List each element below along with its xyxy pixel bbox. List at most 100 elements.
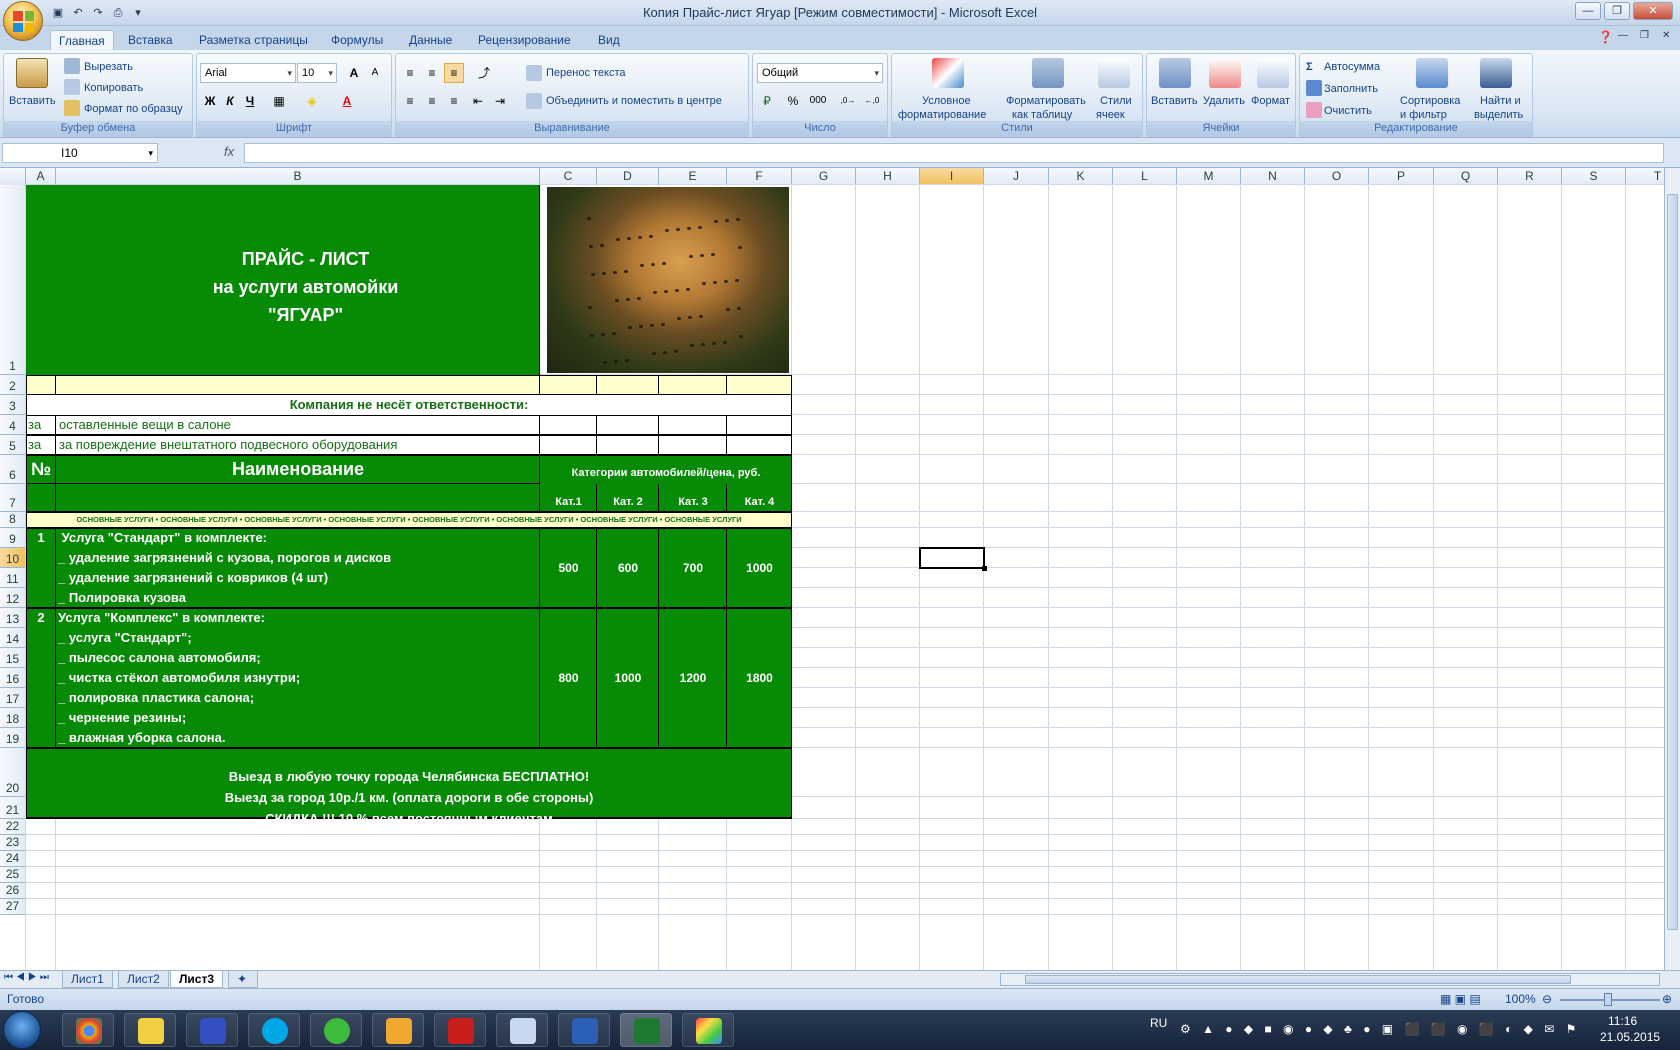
input-language[interactable]: RU xyxy=(1150,1016,1167,1030)
autosum-button[interactable]: Автосумма xyxy=(1324,60,1380,74)
row-header[interactable]: 25 xyxy=(0,867,26,883)
column-header[interactable]: R xyxy=(1498,168,1562,185)
view-buttons-icon[interactable]: ▦ ▣ ▤ xyxy=(1440,992,1481,1006)
sheet-tab-3[interactable]: Лист3 xyxy=(170,971,224,988)
decrease-decimal-icon[interactable]: ←,0 xyxy=(861,91,883,111)
hscroll-thumb[interactable] xyxy=(1025,975,1571,984)
row-header[interactable]: 20 xyxy=(0,748,26,797)
row-header[interactable]: 11 xyxy=(0,568,26,588)
fill-button[interactable]: Заполнить xyxy=(1324,82,1378,96)
paste-button[interactable]: Вставить xyxy=(9,94,56,108)
font-name-combo[interactable]: Arial xyxy=(200,63,296,83)
align-right-icon[interactable]: ≡ xyxy=(444,91,464,111)
column-header[interactable]: Q xyxy=(1434,168,1498,185)
row-header[interactable]: 8 xyxy=(0,512,26,528)
column-header[interactable]: H xyxy=(856,168,920,185)
ribbon-close-icon[interactable]: ✕ xyxy=(1662,30,1670,41)
zoom-in-icon[interactable]: ⊕ xyxy=(1662,992,1672,1006)
underline-icon[interactable]: Ч xyxy=(240,91,260,111)
office-button[interactable] xyxy=(3,1,43,41)
sheet-nav-arrows-icon[interactable]: ⏮◀▶⏭ xyxy=(4,972,52,983)
insert-function-button[interactable]: fx xyxy=(224,144,234,159)
increase-decimal-icon[interactable]: ,0→ xyxy=(837,91,859,111)
align-center-icon[interactable]: ≡ xyxy=(422,91,442,111)
row-header[interactable]: 5 xyxy=(0,435,26,455)
italic-icon[interactable]: К xyxy=(220,91,240,111)
format-as-table-label[interactable]: Форматировать xyxy=(1006,94,1086,108)
row-header[interactable]: 17 xyxy=(0,688,26,708)
windows-start-icon[interactable] xyxy=(3,1011,41,1049)
close-button[interactable]: ✕ xyxy=(1633,2,1673,20)
tab-home[interactable]: Главная xyxy=(50,30,114,50)
formula-input[interactable] xyxy=(244,143,1664,163)
column-header[interactable]: G xyxy=(792,168,856,185)
selected-cell[interactable] xyxy=(919,547,985,569)
fill-color-icon[interactable]: ◈ xyxy=(302,91,322,111)
tab-formulas[interactable]: Формулы xyxy=(323,30,391,50)
font-size-combo[interactable]: 10 xyxy=(297,63,337,83)
clear-button[interactable]: Очистить xyxy=(1324,104,1372,118)
row-header[interactable]: 22 xyxy=(0,819,26,835)
taskbar-icq-icon[interactable] xyxy=(310,1013,362,1047)
number-format-combo[interactable]: Общий xyxy=(757,63,883,83)
row-header[interactable]: 16 xyxy=(0,668,26,688)
sheet-tab-1[interactable]: Лист1 xyxy=(62,971,113,988)
align-top-icon[interactable]: ≡ xyxy=(400,63,420,83)
paste-icon[interactable] xyxy=(16,58,48,88)
tab-insert[interactable]: Вставка xyxy=(120,30,181,50)
cell-styles-label[interactable]: Стили xyxy=(1100,94,1132,108)
percent-button[interactable]: % xyxy=(783,91,803,111)
column-header[interactable]: L xyxy=(1113,168,1177,185)
column-header[interactable]: A xyxy=(26,168,56,185)
row-header[interactable]: 13 xyxy=(0,608,26,628)
vertical-scrollbar[interactable] xyxy=(1664,168,1680,970)
column-header[interactable]: S xyxy=(1562,168,1626,185)
taskbar-chrome-icon[interactable] xyxy=(62,1013,114,1047)
row-header[interactable]: 9 xyxy=(0,528,26,548)
column-header[interactable]: O xyxy=(1305,168,1369,185)
worksheet-grid[interactable]: ABCDEFGHIJKLMNOPQRST 1 2 3 4 5 6 7 8 9 10 11 12 13 14… xyxy=(0,168,1664,980)
row-header[interactable]: 15 xyxy=(0,648,26,668)
row-header[interactable]: 10 xyxy=(0,548,26,568)
format-painter-button[interactable]: Формат по образцу xyxy=(84,102,183,116)
row-header[interactable]: 2 xyxy=(0,375,26,395)
column-header[interactable]: P xyxy=(1369,168,1434,185)
column-header[interactable]: B xyxy=(56,168,540,185)
bold-icon[interactable]: Ж xyxy=(200,91,220,111)
sort-filter-label[interactable]: Сортировка xyxy=(1400,94,1460,108)
align-left-icon[interactable]: ≡ xyxy=(400,91,420,111)
row-header[interactable]: 19 xyxy=(0,728,26,748)
conditional-format-label[interactable]: Условное xyxy=(922,94,971,108)
taskbar-paint-icon[interactable] xyxy=(682,1013,734,1047)
column-header[interactable]: D xyxy=(597,168,659,185)
fill-handle[interactable] xyxy=(982,566,987,571)
row-header[interactable]: 18 xyxy=(0,708,26,728)
insert-cells-button[interactable]: Вставить xyxy=(1151,94,1198,108)
taskbar-app-icon[interactable] xyxy=(124,1013,176,1047)
format-cells-button[interactable]: Формат xyxy=(1251,94,1290,108)
column-header[interactable]: I xyxy=(920,168,984,185)
maximize-button[interactable]: ❐ xyxy=(1604,2,1630,20)
tray-icons[interactable]: ⚙ ▲ ● ◆ ■ ◉ ● ◆ ♣ ● ▣ ⬛ ⬛ ◉ ⬛ ◐ ◆ ✉ ⚑ xyxy=(1180,1022,1580,1036)
cell-styles-button[interactable]: ячеек xyxy=(1096,108,1125,122)
row-header[interactable]: 3 xyxy=(0,395,26,415)
column-header[interactable]: C xyxy=(540,168,597,185)
find-select-button[interactable]: выделить xyxy=(1474,108,1523,122)
column-header[interactable]: N xyxy=(1241,168,1305,185)
zoom-level[interactable]: 100% xyxy=(1505,992,1536,1006)
conditional-format-button[interactable]: форматирование xyxy=(898,108,986,122)
tab-view[interactable]: Вид xyxy=(590,30,628,50)
wrap-text-button[interactable]: Перенос текста xyxy=(546,66,626,80)
sort-filter-button[interactable]: и фильтр xyxy=(1400,108,1447,122)
name-box[interactable]: I10 xyxy=(2,143,158,163)
select-all-corner[interactable] xyxy=(0,168,26,185)
taskbar-skype-icon[interactable] xyxy=(248,1013,300,1047)
grow-font-icon[interactable]: A xyxy=(344,63,364,83)
ribbon-minimize-icon[interactable]: — xyxy=(1618,30,1628,41)
shrink-font-icon[interactable]: A xyxy=(365,63,385,83)
increase-indent-icon[interactable]: ⇥ xyxy=(490,91,510,111)
tab-page-layout[interactable]: Разметка страницы xyxy=(191,30,316,50)
column-header[interactable]: E xyxy=(659,168,727,185)
decrease-indent-icon[interactable]: ⇤ xyxy=(468,91,488,111)
help-icon[interactable]: ❓ xyxy=(1598,30,1613,44)
